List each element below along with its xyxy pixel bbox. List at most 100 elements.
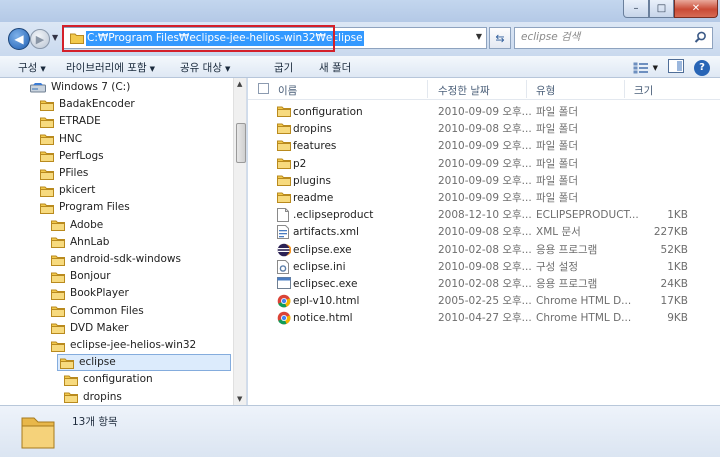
file-name: .eclipseproduct	[293, 209, 374, 222]
scroll-up-icon[interactable]: ▲	[237, 80, 242, 88]
tree-item[interactable]: PerfLogs	[40, 148, 104, 165]
file-type: Chrome HTML D...	[536, 295, 632, 308]
tree-item[interactable]: dropins	[64, 389, 122, 405]
folder-icon	[40, 133, 54, 146]
organize-label: 구성	[18, 62, 38, 74]
chevron-down-icon[interactable]: ▼	[476, 32, 482, 41]
file-type: XML 문서	[536, 226, 581, 239]
tree-item-label: eclipse-jee-helios-win32	[70, 339, 197, 351]
burn-button[interactable]: 굽기	[274, 60, 293, 75]
minimize-button[interactable]: –	[623, 0, 649, 18]
chrome-html-icon	[277, 311, 291, 331]
address-field[interactable]: C:₩Program Files₩eclipse-jee-helios-win3…	[63, 27, 487, 49]
share-with-label: 공유 대상	[180, 62, 222, 74]
preview-pane-icon[interactable]	[668, 59, 684, 76]
file-row[interactable]: eclipse.ini 2010-09-08 오후... 구성 설정 1KB	[248, 259, 720, 276]
file-date: 2010-04-27 오후...	[438, 312, 532, 325]
file-row[interactable]: notice.html 2010-04-27 오후... Chrome HTML D…	[248, 310, 720, 327]
folder-icon	[64, 391, 78, 404]
column-divider[interactable]	[526, 80, 527, 98]
tree-item[interactable]: Adobe	[51, 217, 103, 234]
select-all-checkbox[interactable]	[258, 83, 269, 94]
tree-item-label: android-sdk-windows	[70, 253, 181, 265]
search-icon[interactable]	[694, 31, 707, 47]
navigation-pane: Windows 7 (C:) BadakEncoder ETRADE HNC PerfL…	[0, 78, 247, 405]
help-icon[interactable]: ?	[694, 59, 710, 76]
include-in-library-button[interactable]: 라이브러리에 포함 ▼	[66, 60, 155, 75]
column-divider[interactable]	[427, 80, 428, 98]
back-button[interactable]: ◀	[8, 28, 30, 50]
tree-item[interactable]: ETRADE	[40, 113, 101, 130]
file-name: eclipse.exe	[293, 243, 352, 256]
address-path[interactable]: C:₩Program Files₩eclipse-jee-helios-win3…	[86, 31, 364, 46]
file-row[interactable]: dropins 2010-09-08 오후... 파일 폴더	[248, 121, 720, 138]
file-row[interactable]: features 2010-09-09 오후... 파일 폴더	[248, 138, 720, 155]
tree-item[interactable]: Common Files	[51, 303, 144, 320]
file-row[interactable]: artifacts.xml 2010-09-08 오후... XML 문서 227KB	[248, 224, 720, 241]
tree-item[interactable]: PFiles	[40, 165, 88, 182]
file-date: 2010-09-09 오후...	[438, 157, 532, 170]
column-header-name[interactable]: 이름	[278, 83, 297, 98]
tree-item[interactable]: BookPlayer	[51, 285, 129, 302]
search-input[interactable]	[521, 31, 681, 43]
share-with-button[interactable]: 공유 대상 ▼	[180, 60, 230, 75]
column-divider[interactable]	[624, 80, 625, 98]
file-row[interactable]: configuration 2010-09-09 오후... 파일 폴더	[248, 104, 720, 121]
tree-item[interactable]: Program Files	[40, 199, 130, 216]
details-pane: 13개 항목	[0, 405, 720, 457]
address-bar-row: ◀ ▶ ▼ C:₩Program Files₩eclipse-jee-helio…	[0, 22, 720, 56]
file-row[interactable]: plugins 2010-09-09 오후... 파일 폴더	[248, 173, 720, 190]
tree-item[interactable]: eclipse	[57, 354, 231, 372]
file-list-pane: 이름 수정한 날짜 유형 크기 configuration 2010-09-09 …	[248, 78, 720, 405]
tree-item[interactable]: HNC	[40, 131, 82, 148]
close-button[interactable]: ✕	[674, 0, 718, 18]
chevron-down-icon: ▼	[40, 65, 46, 73]
file-row[interactable]: epl-v10.html 2005-02-25 오후... Chrome HTML …	[248, 293, 720, 310]
scroll-down-icon[interactable]: ▼	[237, 395, 242, 403]
file-date: 2010-09-08 오후...	[438, 260, 532, 273]
file-name: configuration	[293, 106, 363, 118]
file-row[interactable]: eclipse.exe 2010-02-08 오후... 응용 프로그램 52KB	[248, 242, 720, 259]
file-size: 1KB	[667, 260, 688, 273]
organize-button[interactable]: 구성 ▼	[18, 60, 46, 75]
recent-pages-icon[interactable]: ▼	[52, 33, 58, 42]
tree-item-label: eclipse	[79, 356, 116, 369]
tree-item[interactable]: BadakEncoder	[40, 96, 135, 113]
navigation-scrollbar[interactable]: ▲ ▼	[233, 78, 246, 405]
new-folder-button[interactable]: 새 폴더	[319, 60, 351, 75]
title-bar: – □ ✕	[0, 0, 720, 22]
column-header-type[interactable]: 유형	[536, 83, 555, 98]
tree-item[interactable]: android-sdk-windows	[51, 251, 181, 268]
file-date: 2010-02-08 오후...	[438, 278, 532, 290]
column-header-size[interactable]: 크기	[634, 83, 653, 98]
file-date: 2010-02-08 오후...	[438, 243, 532, 256]
tree-item[interactable]: configuration	[64, 371, 153, 388]
folder-icon	[40, 168, 54, 180]
tree-item[interactable]: eclipse-jee-helios-win32	[51, 337, 196, 354]
file-type: 응용 프로그램	[536, 243, 598, 256]
file-row[interactable]: .eclipseproduct 2008-12-10 오후... ECLIPSEPR…	[248, 207, 720, 224]
file-row[interactable]: eclipsec.exe 2010-02-08 오후... 응용 프로그램 24KB	[248, 276, 720, 293]
tree-item-label: HNC	[59, 132, 83, 145]
forward-button[interactable]: ▶	[30, 29, 50, 49]
tree-item[interactable]: Windows 7 (C:)	[30, 79, 130, 96]
refresh-button[interactable]: ⇆	[489, 27, 511, 49]
file-size: 1KB	[667, 209, 688, 222]
tree-item-label: Common Files	[70, 304, 144, 317]
tree-item[interactable]: DVD Maker	[51, 320, 128, 337]
window-controls: – □ ✕	[623, 0, 718, 18]
view-options-icon[interactable]: ▼	[633, 62, 658, 74]
file-row[interactable]: p2 2010-09-09 오후... 파일 폴더	[248, 156, 720, 173]
column-header-date[interactable]: 수정한 날짜	[438, 83, 490, 98]
tree-item[interactable]: AhnLab	[51, 234, 109, 251]
file-type: 파일 폴더	[536, 174, 578, 187]
file-date: 2010-09-08 오후...	[438, 123, 532, 136]
scroll-thumb[interactable]	[236, 123, 246, 163]
search-box[interactable]	[514, 27, 713, 49]
tree-item[interactable]: Bonjour	[51, 268, 111, 285]
tree-item[interactable]: pkicert	[40, 182, 95, 199]
file-row[interactable]: readme 2010-09-09 오후... 파일 폴더	[248, 190, 720, 207]
maximize-button[interactable]: □	[649, 0, 674, 18]
file-name: dropins	[293, 123, 332, 136]
file-size: 9KB	[667, 312, 688, 325]
